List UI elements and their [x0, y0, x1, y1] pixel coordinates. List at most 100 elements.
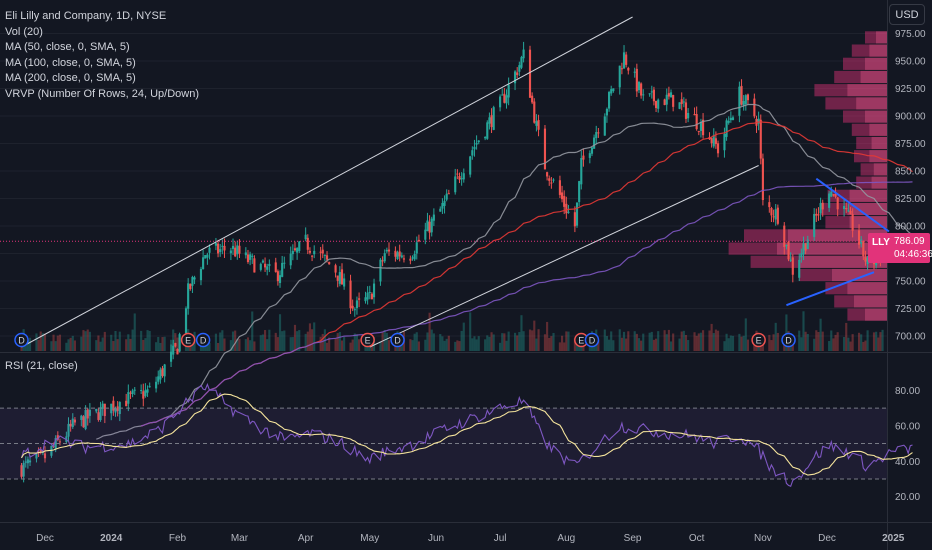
- candle-body: [486, 122, 489, 139]
- event-marker-label: D: [589, 336, 596, 346]
- volume-bar: [443, 340, 446, 351]
- volume-bar: [832, 338, 835, 351]
- legend-vrvp[interactable]: VRVP (Number Of Rows, 24, Up/Down): [5, 87, 199, 103]
- candle-body: [603, 116, 606, 136]
- candle-body: [234, 247, 237, 257]
- candle-body: [575, 202, 579, 226]
- volume-bar: [148, 330, 151, 351]
- candle-body: [189, 283, 192, 290]
- legend-volume[interactable]: Vol (20): [5, 25, 199, 41]
- volume-bar: [522, 331, 525, 351]
- volume-bar: [770, 340, 773, 351]
- volume-bar: [819, 318, 822, 351]
- volume-bar: [558, 342, 561, 351]
- volume-bar: [800, 337, 803, 351]
- candle-body: [813, 214, 816, 237]
- candle-body: [430, 218, 433, 233]
- volume-bar: [216, 342, 220, 351]
- volume-bar: [806, 333, 809, 351]
- time-axis-tick: Jul: [494, 533, 507, 544]
- volume-bar: [221, 330, 224, 351]
- volume-bar: [304, 333, 307, 351]
- volume-bar: [313, 322, 316, 351]
- volume-bar: [340, 340, 344, 351]
- candle-body: [580, 157, 583, 185]
- volume-bar: [533, 320, 536, 351]
- candle-body: [187, 283, 190, 309]
- candle-body: [501, 94, 504, 96]
- vp-row-up: [873, 163, 887, 176]
- volume-bar: [710, 323, 713, 351]
- candle-body: [684, 102, 688, 119]
- candle-body: [169, 351, 173, 362]
- volume-bar: [723, 341, 726, 351]
- volume-bar: [657, 331, 660, 351]
- volume-bar: [513, 332, 517, 351]
- candle-body: [804, 243, 807, 251]
- candle-body: [507, 84, 510, 98]
- candle-body: [368, 291, 371, 293]
- candle-body: [216, 243, 220, 254]
- volume-bar: [682, 330, 685, 351]
- volume-bar: [266, 339, 269, 351]
- candle-body: [815, 213, 818, 216]
- candle-body: [296, 248, 299, 253]
- candle-body: [219, 249, 222, 252]
- candle-body: [693, 114, 696, 116]
- candle-body: [622, 52, 626, 69]
- time-axis-tick: Feb: [169, 533, 187, 544]
- legend-ma200[interactable]: MA (200, close, 0, SMA, 5): [5, 71, 199, 87]
- volume-bar: [650, 331, 653, 351]
- price-axis-tick: 825.00: [895, 194, 926, 205]
- candle-body: [308, 250, 312, 253]
- candle-body: [642, 94, 645, 96]
- candle-body: [204, 255, 207, 259]
- legend-ma50[interactable]: MA (50, close, 0, SMA, 5): [5, 40, 199, 56]
- candle-body: [652, 89, 656, 102]
- volume-bar: [603, 329, 606, 351]
- candle-body: [161, 368, 164, 376]
- volume-bar: [430, 329, 433, 351]
- price-tag-countdown: 04:46:36: [894, 249, 932, 260]
- volume-bar: [319, 336, 322, 351]
- vp-row-up: [876, 31, 887, 44]
- volume-bar: [866, 330, 869, 351]
- price-axis-tick: 950.00: [895, 57, 926, 68]
- candle-body: [817, 214, 820, 216]
- candle-body: [627, 67, 630, 71]
- volume-bar: [817, 332, 820, 351]
- legend-ma100[interactable]: MA (100, close, 0, SMA, 5): [5, 56, 199, 72]
- chart-workspace[interactable]: D E D E D E D E D 975.00 950.00 925.00 900.00 875.00 8…: [0, 0, 932, 550]
- candle-body: [537, 120, 540, 130]
- currency-button[interactable]: USD: [889, 4, 925, 25]
- candle-body: [832, 194, 835, 196]
- candle-body: [456, 173, 459, 175]
- candle-body: [625, 54, 628, 65]
- candle-body: [353, 309, 356, 311]
- volume-bar: [744, 318, 747, 351]
- candle-body: [208, 247, 211, 253]
- candle-body: [565, 203, 568, 214]
- volume-bar: [503, 333, 506, 351]
- symbol-title[interactable]: Eli Lilly and Company, 1D, NYSE: [5, 9, 199, 25]
- candle-body: [851, 214, 854, 231]
- candle-body: [864, 256, 867, 262]
- time-axis-tick: Sep: [624, 533, 642, 544]
- volume-bar: [813, 338, 816, 351]
- volume-bar: [50, 341, 53, 351]
- candle-body: [338, 272, 341, 284]
- candle-body: [618, 65, 621, 88]
- volume-bar: [678, 338, 681, 351]
- price-axis-tick: 700.00: [895, 332, 926, 343]
- candle-body: [155, 381, 158, 389]
- volume-bar: [714, 329, 717, 351]
- candle-body: [319, 251, 322, 253]
- rsi-legend[interactable]: RSI (21, close): [5, 360, 78, 372]
- candle-body: [413, 253, 416, 260]
- candle-body: [582, 155, 585, 160]
- candle-body: [716, 143, 720, 154]
- candle-body: [313, 250, 316, 255]
- volume-bar: [133, 313, 136, 351]
- candle-body: [475, 142, 478, 145]
- volume-bar: [163, 336, 166, 351]
